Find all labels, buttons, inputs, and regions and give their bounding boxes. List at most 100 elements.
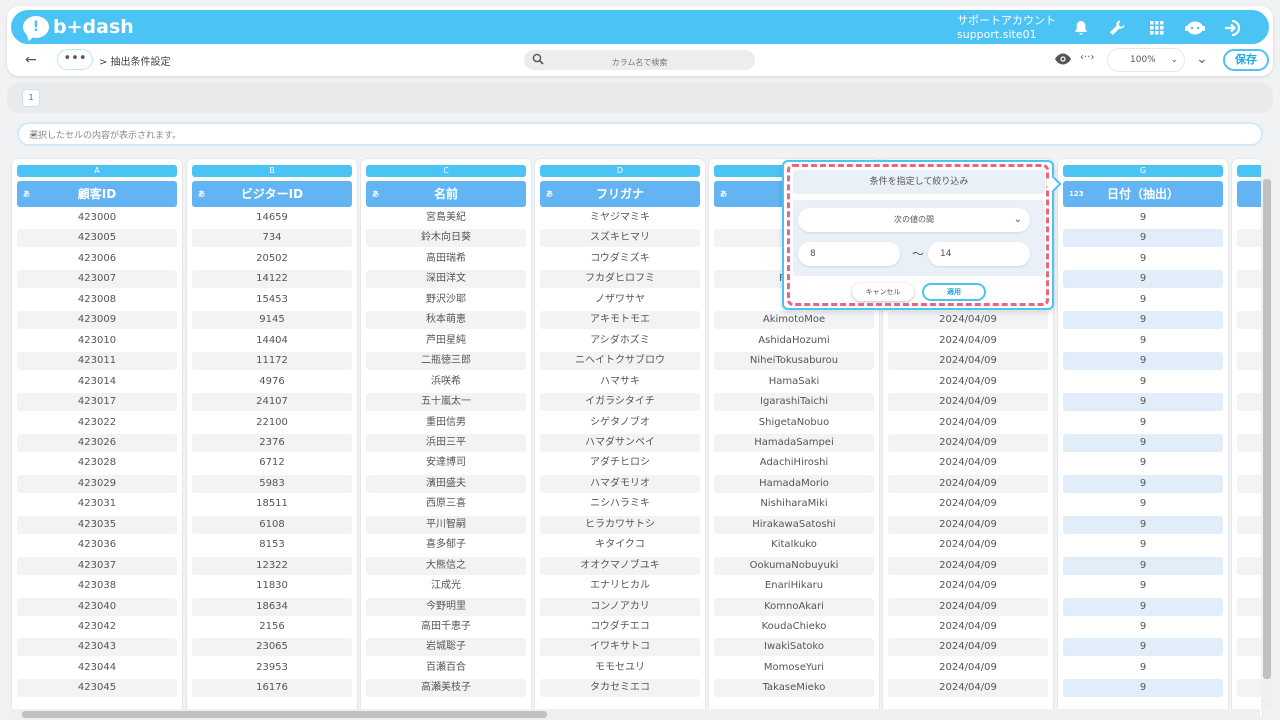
- table-cell[interactable]: コンノアカリ: [540, 597, 700, 616]
- wrench-icon[interactable]: [1107, 18, 1127, 38]
- table-cell[interactable]: 22100: [192, 414, 352, 432]
- table-cell[interactable]: [1237, 454, 1262, 472]
- table-cell[interactable]: 2024/04/09: [888, 536, 1048, 554]
- table-cell[interactable]: スズキヒマリ: [540, 229, 700, 248]
- table-cell[interactable]: 423005: [17, 229, 177, 248]
- table-cell[interactable]: 6108: [192, 515, 352, 534]
- table-cell[interactable]: 浜咲希: [366, 373, 526, 391]
- table-cell[interactable]: シゲタノブオ: [540, 414, 700, 432]
- table-cell[interactable]: OokumaNobuyuki: [714, 556, 874, 575]
- table-cell[interactable]: 23065: [192, 638, 352, 657]
- column-letter[interactable]: C: [366, 165, 526, 177]
- horizontal-scroll-thumb[interactable]: [22, 711, 547, 718]
- table-cell[interactable]: KitaIkuko: [714, 536, 874, 554]
- table-cell[interactable]: 16176: [192, 679, 352, 698]
- table-cell[interactable]: 2024/04/09: [888, 433, 1048, 452]
- table-cell[interactable]: ヒラカワサトシ: [540, 515, 700, 534]
- table-cell[interactable]: [1237, 536, 1262, 554]
- table-cell[interactable]: [1237, 393, 1262, 412]
- table-cell[interactable]: 2024/04/09: [888, 679, 1048, 698]
- table-cell[interactable]: 2024/04/09: [888, 597, 1048, 616]
- table-cell[interactable]: EnariHikaru: [714, 577, 874, 595]
- table-cell[interactable]: 2024/04/09: [888, 474, 1048, 493]
- code-toggle-icon[interactable]: ‹··›: [1080, 52, 1094, 63]
- table-cell[interactable]: NishiharaMiki: [714, 495, 874, 513]
- table-cell[interactable]: 423043: [17, 638, 177, 657]
- table-cell[interactable]: 423029: [17, 474, 177, 493]
- table-cell[interactable]: [1237, 577, 1262, 595]
- cell-content-bar[interactable]: 選択したセルの内容が表示されます。 ⌄: [17, 122, 1263, 146]
- logout-icon[interactable]: [1223, 18, 1243, 38]
- column-search[interactable]: [524, 50, 755, 73]
- table-cell[interactable]: 2024/04/09: [888, 618, 1048, 636]
- table-cell[interactable]: 9: [1063, 679, 1223, 698]
- table-cell[interactable]: [1237, 556, 1262, 575]
- table-cell[interactable]: 20502: [192, 250, 352, 268]
- table-cell[interactable]: 鈴木向日葵: [366, 229, 526, 248]
- table-cell[interactable]: NiheiTokusaburou: [714, 352, 874, 371]
- breadcrumb-menu-button[interactable]: •••: [57, 49, 93, 70]
- table-cell[interactable]: ニシハラミキ: [540, 495, 700, 513]
- column-header[interactable]: あ フリガナ: [540, 181, 700, 207]
- range-to-input[interactable]: 14: [928, 242, 1030, 266]
- table-cell[interactable]: [1237, 414, 1262, 432]
- table-cell[interactable]: 平川智嗣: [366, 515, 526, 534]
- column-letter[interactable]: A: [17, 165, 177, 177]
- table-cell[interactable]: 423026: [17, 433, 177, 452]
- table-cell[interactable]: 9: [1063, 659, 1223, 677]
- zoom-select[interactable]: 100% ⌄: [1108, 49, 1184, 71]
- table-cell[interactable]: 9: [1063, 515, 1223, 534]
- table-cell[interactable]: 二瓶徳三郎: [366, 352, 526, 371]
- table-cell[interactable]: ノザワサヤ: [540, 291, 700, 309]
- table-cell[interactable]: [1237, 659, 1262, 677]
- table-cell[interactable]: HamaSaki: [714, 373, 874, 391]
- table-cell[interactable]: IgarashiTaichi: [714, 393, 874, 412]
- table-cell[interactable]: 高田千恵子: [366, 618, 526, 636]
- table-cell[interactable]: 23953: [192, 659, 352, 677]
- table-cell[interactable]: 安達博司: [366, 454, 526, 472]
- page-tab-1[interactable]: 1: [22, 89, 40, 107]
- table-cell[interactable]: 2024/04/09: [888, 659, 1048, 677]
- table-cell[interactable]: HamadaSampei: [714, 433, 874, 452]
- table-cell[interactable]: 423031: [17, 495, 177, 513]
- table-cell[interactable]: HirakawaSatoshi: [714, 515, 874, 534]
- column-letter[interactable]: B: [192, 165, 352, 177]
- table-cell[interactable]: 江成光: [366, 577, 526, 595]
- table-cell[interactable]: ハマサキ: [540, 373, 700, 391]
- table-cell[interactable]: 423000: [17, 209, 177, 227]
- table-cell[interactable]: [1237, 474, 1262, 493]
- table-cell[interactable]: 2024/04/09: [888, 393, 1048, 412]
- table-cell[interactable]: [1237, 433, 1262, 452]
- cancel-button[interactable]: キャンセル: [852, 283, 914, 301]
- chevron-down-icon[interactable]: ⌄: [29, 128, 1249, 139]
- table-cell[interactable]: 14659: [192, 209, 352, 227]
- table-cell[interactable]: 11830: [192, 577, 352, 595]
- table-cell[interactable]: 423028: [17, 454, 177, 472]
- table-cell[interactable]: ShigetaNobuo: [714, 414, 874, 432]
- table-cell[interactable]: 9: [1063, 352, 1223, 371]
- table-cell[interactable]: キタイクコ: [540, 536, 700, 554]
- table-cell[interactable]: 423010: [17, 332, 177, 350]
- table-cell[interactable]: AshidaHozumi: [714, 332, 874, 350]
- table-cell[interactable]: 2024/04/09: [888, 638, 1048, 657]
- table-cell[interactable]: 423036: [17, 536, 177, 554]
- table-cell[interactable]: 2024/04/09: [888, 495, 1048, 513]
- table-cell[interactable]: 14122: [192, 270, 352, 289]
- table-cell[interactable]: [1237, 373, 1262, 391]
- account-info[interactable]: サポートアカウント support.site01: [957, 14, 1056, 42]
- table-cell[interactable]: 8153: [192, 536, 352, 554]
- table-cell[interactable]: 423006: [17, 250, 177, 268]
- table-cell[interactable]: 423008: [17, 291, 177, 309]
- logo[interactable]: ! b+dash: [23, 15, 134, 39]
- table-cell[interactable]: 9: [1063, 209, 1223, 227]
- table-cell[interactable]: 9: [1063, 393, 1223, 412]
- table-cell[interactable]: 西原三喜: [366, 495, 526, 513]
- table-cell[interactable]: 2156: [192, 618, 352, 636]
- table-cell[interactable]: 喜多郁子: [366, 536, 526, 554]
- table-cell[interactable]: 9: [1063, 433, 1223, 452]
- table-cell[interactable]: 深田洋文: [366, 270, 526, 289]
- table-cell[interactable]: 24107: [192, 393, 352, 412]
- table-cell[interactable]: [1237, 209, 1262, 227]
- table-cell[interactable]: エナリヒカル: [540, 577, 700, 595]
- table-cell[interactable]: 2024/04/09: [888, 414, 1048, 432]
